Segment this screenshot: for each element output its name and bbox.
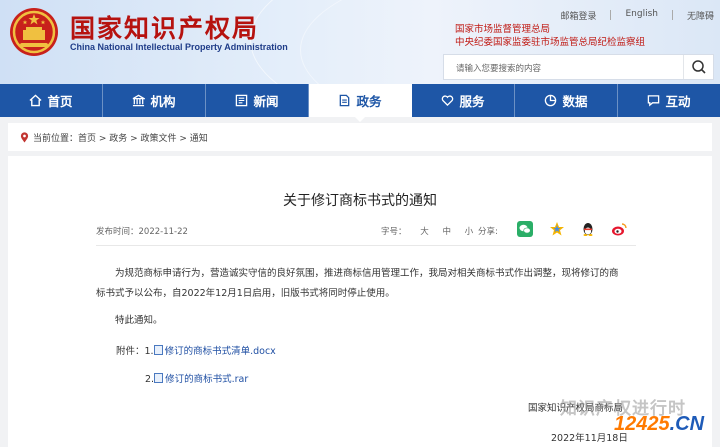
attachment-link-rar[interactable]: 修订的商标书式.rar (165, 374, 248, 385)
nav-government-affairs[interactable]: 政务 (309, 84, 412, 122)
nav-label: 新闻 (253, 94, 279, 109)
article-paragraph: 为规范商标申请行为，营造诚实守信的良好氛围，推进商标信用管理工作，我局对相关商标… (96, 268, 619, 299)
home-icon (29, 94, 43, 107)
site-title-en: China National Intellectual Property Adm… (70, 42, 288, 52)
english-link[interactable]: English (625, 9, 658, 22)
wechat-icon[interactable] (517, 221, 533, 237)
national-emblem-icon[interactable] (8, 6, 60, 58)
nav-label: 服务 (459, 94, 485, 109)
breadcrumb: 当前位置： 首页 > 政务 > 政策文件 > 通知 (8, 123, 712, 151)
pie-chart-icon (545, 94, 557, 107)
building-icon (133, 94, 146, 107)
weibo-icon[interactable] (611, 221, 627, 237)
attachment-1: 附件：1. 修订的商标书式清单.docx (116, 343, 276, 357)
qzone-icon[interactable] (549, 221, 565, 237)
qq-icon[interactable] (580, 221, 596, 237)
article-title: 关于修订商标书式的通知 (283, 193, 437, 209)
font-size-medium[interactable]: 中 (442, 227, 451, 237)
breadcrumb-prefix: 当前位置： (33, 133, 79, 144)
heart-hands-icon (442, 95, 454, 107)
nav-label: 数据 (562, 94, 588, 109)
attach-index: 2. (145, 374, 155, 385)
mail-login-link[interactable]: 邮箱登录 (560, 9, 596, 22)
site-header: 国家知识产权局 China National Intellectual Prop… (0, 0, 720, 84)
chat-icon (648, 95, 660, 107)
font-size-small[interactable]: 小 (465, 227, 474, 237)
search-button[interactable] (683, 55, 713, 79)
article-paragraph: 特此通知。 (115, 315, 163, 326)
gov-links: 国家市场监督管理总局 中央纪委国家监委驻市场监管总局纪检监察组 (455, 23, 645, 49)
nav-home[interactable]: 首页 (0, 84, 103, 117)
font-size-label: 字号： (381, 227, 407, 237)
nav-label: 互动 (665, 94, 691, 109)
nav-label: 首页 (47, 94, 73, 109)
nav-data[interactable]: 数据 (515, 84, 618, 117)
attach-label: 附件： (116, 346, 145, 357)
site-title[interactable]: 国家知识产权局 (70, 9, 259, 45)
location-pin-icon (20, 131, 29, 142)
attachment-link-docx[interactable]: 修订的商标书式清单.docx (165, 346, 276, 357)
font-size-control: 字号： 大 中 小 (381, 225, 473, 237)
article-meta: 发布时间：2022-11-22 字号： 大 中 小 分享: (96, 220, 636, 246)
search-box: 请输入您要搜索的内容 (443, 54, 714, 80)
newspaper-icon (236, 94, 248, 107)
attachment-2: 2. 修订的商标书式.rar (145, 371, 248, 385)
divider (671, 10, 673, 20)
font-size-large[interactable]: 大 (420, 227, 429, 237)
nav-label: 机构 (150, 94, 176, 109)
watermark-logo: 12425.CN (614, 413, 705, 435)
publish-date: 发布时间：2022-11-22 (96, 227, 188, 237)
nav-institutions[interactable]: 机构 (103, 84, 206, 117)
nav-services[interactable]: 服务 (412, 84, 515, 117)
top-links: 邮箱登录 English 无障碍 (546, 9, 714, 22)
file-icon (153, 345, 163, 355)
main-nav: 首页 机构 新闻 政务 服务 数据 互动 (0, 84, 720, 122)
accessibility-link[interactable]: 无障碍 (687, 9, 714, 22)
nav-interaction[interactable]: 互动 (618, 84, 720, 117)
nav-news[interactable]: 新闻 (206, 84, 309, 117)
file-icon (154, 373, 164, 383)
divider (610, 10, 612, 20)
document-icon (340, 94, 350, 107)
share-label: 分享: (478, 227, 498, 237)
attach-index: 1. (144, 346, 154, 357)
samr-link[interactable]: 国家市场监督管理总局 (455, 23, 645, 36)
discipline-link[interactable]: 中央纪委国家监委驻市场监管总局纪检监察组 (455, 36, 645, 49)
search-input[interactable]: 请输入您要搜索的内容 (456, 62, 541, 74)
nav-label: 政务 (356, 94, 382, 109)
search-icon (692, 60, 706, 74)
breadcrumb-path[interactable]: 首页 > 政务 > 政策文件 > 通知 (78, 131, 208, 144)
article-body: 为规范商标申请行为，营造诚实守信的良好氛围，推进商标信用管理工作，我局对相关商标… (96, 264, 626, 331)
